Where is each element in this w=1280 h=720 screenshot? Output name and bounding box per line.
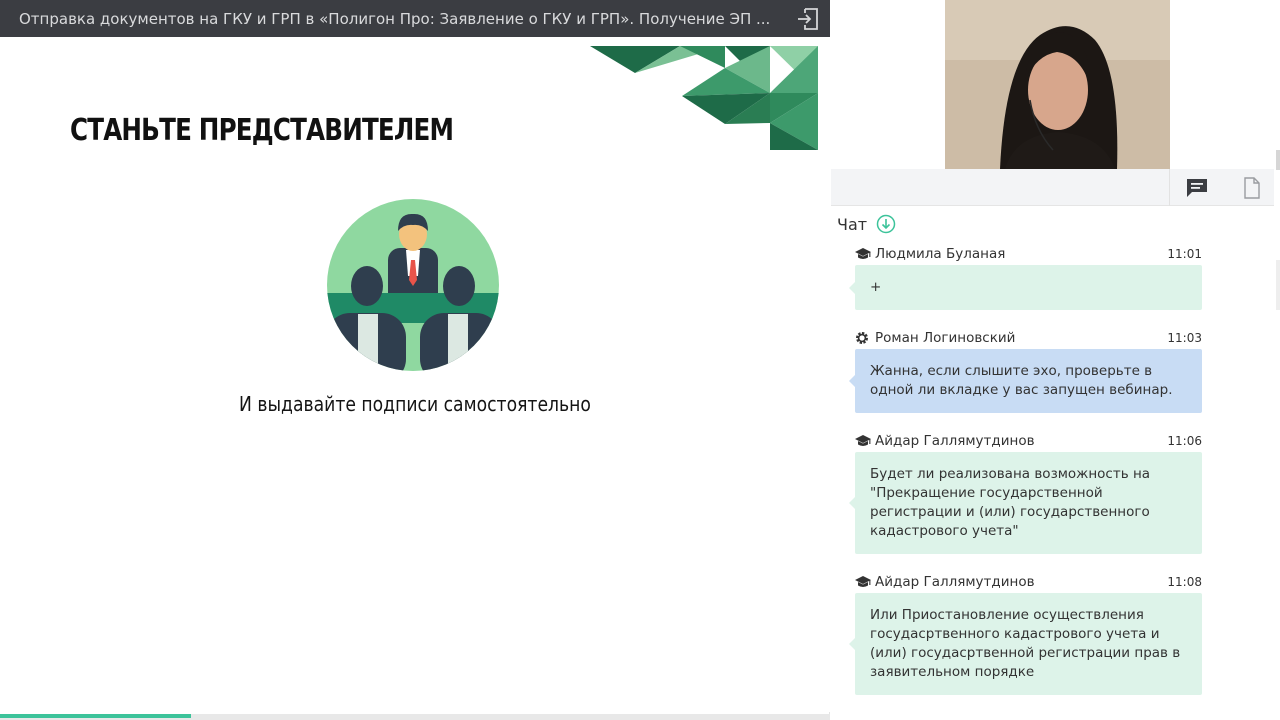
speaker-video[interactable] bbox=[945, 0, 1170, 169]
message-header: Людмила Буланая 11:01 bbox=[855, 244, 1202, 264]
representative-illustration bbox=[327, 199, 499, 371]
chat-messages: Людмила Буланая 11:01 + Роман Логиновский 11… bbox=[849, 244, 1202, 713]
slide: СТАНЬТЕ ПРЕДСТАВИТЕЛЕМ И выдавайте подпи… bbox=[0, 37, 830, 712]
graduation-cap-icon bbox=[855, 576, 871, 587]
chat-icon bbox=[1187, 178, 1207, 197]
triangle-pattern-decoration bbox=[590, 46, 818, 150]
chat-message: Айдар Галлямутдинов 11:06 Будет ли реализо… bbox=[849, 431, 1202, 554]
message-author[interactable]: Айдар Галлямутдинов bbox=[875, 433, 1167, 449]
panel-edge bbox=[1274, 0, 1280, 720]
webinar-window: Отправка документов на ГКУ и ГРП в «Поли… bbox=[0, 0, 1280, 720]
scroll-track bbox=[1276, 260, 1280, 310]
message-author[interactable]: Роман Логиновский bbox=[875, 330, 1167, 346]
role-badge bbox=[855, 247, 875, 261]
chat-message: Людмила Буланая 11:01 + bbox=[849, 244, 1202, 310]
chat-message: Роман Логиновский 11:03 Жанна, если слышит… bbox=[849, 328, 1202, 413]
message-time: 11:03 bbox=[1167, 331, 1202, 345]
graduation-cap-icon bbox=[855, 435, 871, 446]
webinar-title: Отправка документов на ГКУ и ГРП в «Поли… bbox=[19, 9, 771, 28]
panel-toolbar bbox=[831, 169, 1280, 206]
slide-heading: СТАНЬТЕ ПРЕДСТАВИТЕЛЕМ bbox=[70, 113, 454, 148]
role-badge bbox=[855, 331, 875, 345]
message-header: Роман Логиновский 11:03 bbox=[855, 328, 1202, 348]
message-bubble: Или Приостановление осуществления госуда… bbox=[849, 593, 1202, 695]
side-panel: Чат Людмила Буланая 11:01 + Роман Логиновск… bbox=[831, 0, 1280, 720]
graduation-cap-icon bbox=[855, 248, 871, 259]
progress-bar bbox=[0, 714, 830, 720]
role-badge bbox=[855, 434, 875, 448]
title-bar: Отправка документов на ГКУ и ГРП в «Поли… bbox=[0, 0, 830, 37]
toolbar-divider bbox=[1169, 169, 1170, 206]
exit-button[interactable] bbox=[786, 0, 830, 37]
message-bubble: Будет ли реализована возможность на "Пре… bbox=[849, 452, 1202, 554]
chat-header: Чат bbox=[837, 214, 896, 234]
files-tab-button[interactable] bbox=[1232, 169, 1272, 206]
scroll-handle[interactable] bbox=[1276, 150, 1280, 170]
message-header: Айдар Галлямутдинов 11:08 bbox=[855, 572, 1202, 592]
role-badge bbox=[855, 575, 875, 589]
message-time: 11:06 bbox=[1167, 434, 1202, 448]
message-header: Айдар Галлямутдинов 11:06 bbox=[855, 431, 1202, 451]
video-area bbox=[831, 0, 1280, 169]
slide-caption: И выдавайте подписи самостоятельно bbox=[239, 392, 591, 416]
progress-bar-fill bbox=[0, 714, 191, 718]
sign-out-icon bbox=[798, 7, 818, 30]
chat-title: Чат bbox=[837, 214, 868, 234]
gear-icon bbox=[856, 332, 868, 344]
chat-message: Айдар Галлямутдинов 11:08 Или Приостановле… bbox=[849, 572, 1202, 695]
message-bubble: Жанна, если слышите эхо, проверьте в одн… bbox=[849, 349, 1202, 413]
message-author[interactable]: Людмила Буланая bbox=[875, 246, 1167, 262]
message-time: 11:01 bbox=[1167, 247, 1202, 261]
message-bubble: + bbox=[849, 265, 1202, 310]
document-icon bbox=[1244, 176, 1260, 199]
download-icon[interactable] bbox=[876, 214, 896, 234]
chat-tab-button[interactable] bbox=[1177, 169, 1217, 206]
message-time: 11:08 bbox=[1167, 575, 1202, 589]
presentation-area: Отправка документов на ГКУ и ГРП в «Поли… bbox=[0, 0, 830, 720]
message-author[interactable]: Айдар Галлямутдинов bbox=[875, 574, 1167, 590]
